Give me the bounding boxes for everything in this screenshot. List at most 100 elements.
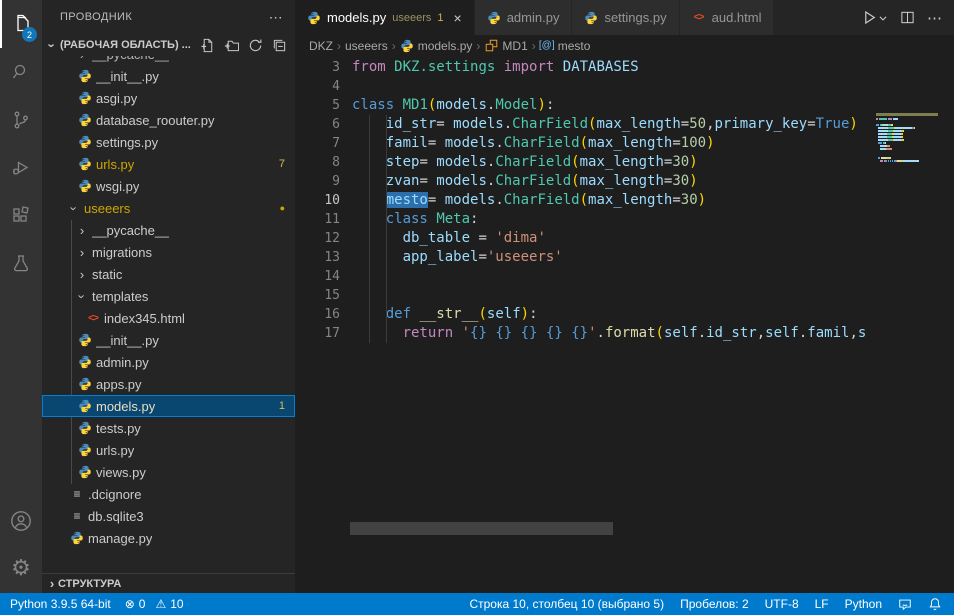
chevron-right-icon: › [76,223,88,238]
tree-item-static[interactable]: ›static [42,263,295,285]
tree-item-apps.py[interactable]: apps.py [42,373,295,395]
tree-item-__pycache__[interactable]: ›__pycache__ [42,56,295,65]
tree-item-label: manage.py [88,531,152,546]
tab-label: models.py [327,10,386,25]
explorer-icon[interactable]: 2 [0,0,42,48]
tree-item-label: apps.py [96,377,142,392]
tree-item-admin.py[interactable]: admin.py [42,351,295,373]
tree-item-label: settings.py [96,135,158,150]
tree-item-useeers[interactable]: ›useeers● [42,197,295,219]
cursor-position[interactable]: Строка 10, столбец 10 (выбрано 5) [469,597,664,611]
breadcrumb-separator: › [337,39,341,53]
code-line-6[interactable]: 6 id_str= models.CharField(max_length=50… [295,115,954,134]
code-line-16[interactable]: 16 def __str__(self): [295,305,954,324]
account-icon[interactable] [0,497,42,545]
tab-settings.py[interactable]: settings.py [572,0,679,35]
source-control-icon[interactable] [0,96,42,144]
code-line-5[interactable]: 5class MD1(models.Model): [295,96,954,115]
tab-admin.py[interactable]: admin.py [475,0,573,35]
code-line-10[interactable]: 10 mesto= models.CharField(max_length=30… [295,191,954,210]
code-line-14[interactable]: 14 [295,267,954,286]
more-actions-icon[interactable]: ⋯ [927,9,942,27]
code-editor[interactable]: 3from DKZ.settings import DATABASES45cla… [295,56,954,593]
tree-item-urls.py[interactable]: urls.py7 [42,153,295,175]
eol[interactable]: LF [815,597,829,611]
code-line-8[interactable]: 8 step= models.CharField(max_length=30) [295,153,954,172]
code-line-3[interactable]: 3from DKZ.settings import DATABASES [295,58,954,77]
tree-item-manage.py[interactable]: manage.py [42,527,295,549]
tree-item-__init__.py[interactable]: __init__.py [42,329,295,351]
tree-item-.dcignore[interactable]: ≡.dcignore [42,483,295,505]
explorer-more-actions-icon[interactable]: ⋯ [269,9,283,26]
language-mode[interactable]: Python [845,597,882,611]
tree-item-index345.html[interactable]: <>index345.html [42,307,295,329]
tree-item-db.sqlite3[interactable]: ≡db.sqlite3 [42,505,295,527]
line-number: 17 [295,324,340,343]
collapse-all-icon[interactable] [271,37,287,53]
extensions-icon[interactable] [0,192,42,240]
refresh-icon[interactable] [247,37,263,53]
encoding[interactable]: UTF-8 [765,597,799,611]
tab-models.py[interactable]: models.pyuseeers1× [295,0,475,35]
tab-bar: models.pyuseeers1×admin.pysettings.py<>a… [295,0,954,35]
code-line-7[interactable]: 7 famil= models.CharField(max_length=100… [295,134,954,153]
minimap[interactable] [876,113,938,163]
tree-item-templates[interactable]: ›templates [42,285,295,307]
settings-gear-icon[interactable]: ⚙ [0,545,42,593]
code-line-17[interactable]: 17 return '{} {} {} {} {}'.format(self.i… [295,324,954,343]
python-file-icon [78,113,92,127]
run-debug-icon[interactable] [0,144,42,192]
code-line-9[interactable]: 9 zvan= models.CharField(max_length=30) [295,172,954,191]
python-file-icon [78,69,92,83]
tree-item-__pycache__[interactable]: ›__pycache__ [42,219,295,241]
tree-item-asgi.py[interactable]: asgi.py [42,87,295,109]
search-icon[interactable] [0,48,42,96]
tab-label: aud.html [712,10,762,25]
notifications-bell-icon[interactable] [928,597,942,611]
breadcrumb-item-useeers[interactable]: useeers [345,39,388,53]
breadcrumb-item-models.py[interactable]: models.py [400,39,473,53]
breadcrumb-item-mesto[interactable]: [@]mesto [540,39,591,53]
breadcrumb-item-DKZ[interactable]: DKZ [309,39,333,53]
sidebar-title: ПРОВОДНИК [60,11,132,23]
new-file-icon[interactable] [199,37,215,53]
new-folder-icon[interactable] [223,37,239,53]
problems[interactable]: ⊗0⚠10 [125,597,184,611]
horizontal-scrollbar[interactable] [350,522,613,535]
tree-item-tests.py[interactable]: tests.py [42,417,295,439]
python-interpreter[interactable]: Python 3.9.5 64-bit [10,597,111,611]
feedback-icon[interactable] [898,597,912,611]
workspace-section-header[interactable]: › (РАБОЧАЯ ОБЛАСТЬ) ... [42,34,295,56]
code-text: db_table = 'dima' [352,229,546,248]
tree-item-views.py[interactable]: views.py [42,461,295,483]
tree-item-database_roouter.py[interactable]: database_roouter.py [42,109,295,131]
code-line-13[interactable]: 13 app_label='useeers' [295,248,954,267]
tree-item-label: wsgi.py [96,179,139,194]
breadcrumb: DKZ›useeers›models.py›MD1›[@]mesto [295,35,954,56]
run-button[interactable] [861,9,888,26]
code-line-11[interactable]: 11 class Meta: [295,210,954,229]
tree-item-wsgi.py[interactable]: wsgi.py [42,175,295,197]
python-file-icon [78,443,92,457]
code-line-12[interactable]: 12 db_table = 'dima' [295,229,954,248]
tree-item-models.py[interactable]: models.py1 [42,395,295,417]
close-icon[interactable]: × [454,10,462,26]
tree-item-settings.py[interactable]: settings.py [42,131,295,153]
outline-section-header[interactable]: › СТРУКТУРА [42,573,295,593]
code-line-15[interactable]: 15 [295,286,954,305]
warning-icon: ⚠ [155,597,166,611]
file-tree: ›__pycache____init__.pyasgi.pydatabase_r… [42,56,295,553]
indentation[interactable]: Пробелов: 2 [680,597,749,611]
modified-dot-badge: ● [280,203,285,213]
tree-item-label: static [92,267,122,282]
tab-aud.html[interactable]: <>aud.html [680,0,775,35]
line-number: 14 [295,267,340,286]
tree-item-__init__.py[interactable]: __init__.py [42,65,295,87]
tree-item-migrations[interactable]: ›migrations [42,241,295,263]
split-editor-icon[interactable] [900,10,915,25]
code-line-4[interactable]: 4 [295,77,954,96]
breadcrumb-item-MD1[interactable]: MD1 [484,39,527,53]
tree-item-urls.py[interactable]: urls.py [42,439,295,461]
encoding-label: UTF-8 [765,597,799,611]
testing-icon[interactable] [0,240,42,288]
